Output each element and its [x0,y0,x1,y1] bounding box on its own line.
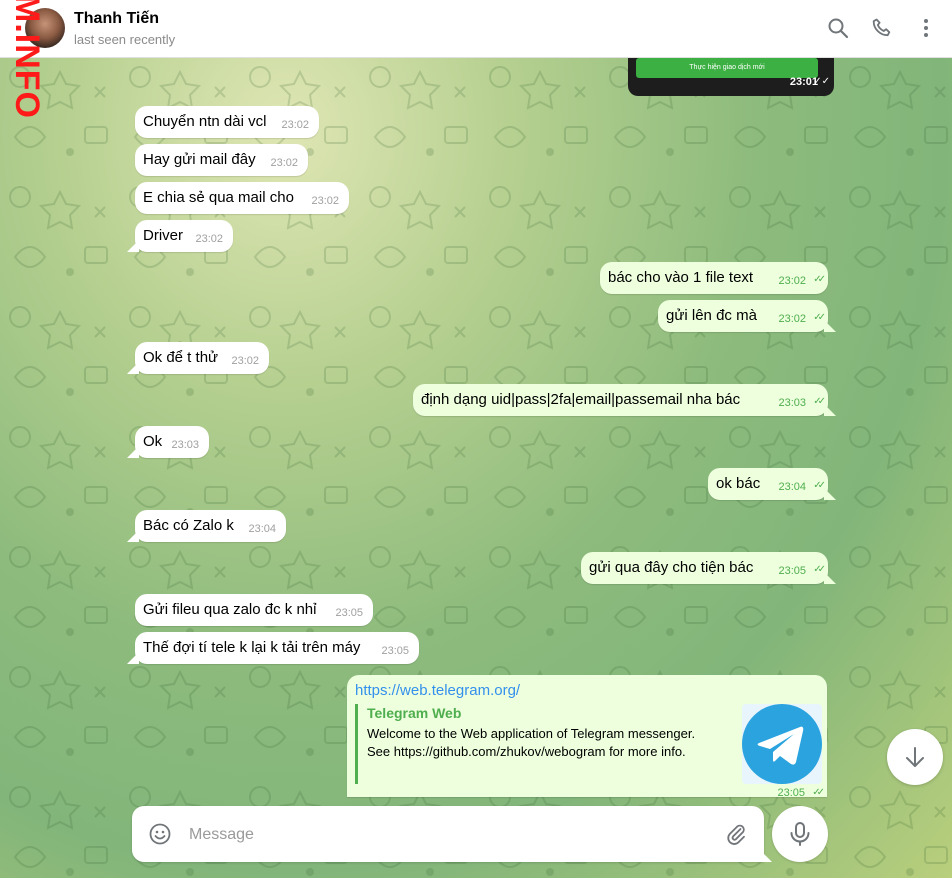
message-text: gửi lên đc mà [666,307,757,324]
message-incoming[interactable]: Hay gửi mail đây 23:02 [135,144,308,176]
message-time: 23:02 [778,275,806,287]
message-input[interactable] [187,823,711,847]
message-time: 23:03 [171,439,199,451]
chat-title[interactable]: Thanh Tiến [74,10,159,28]
link-preview-title: Telegram Web [367,705,462,721]
scroll-down-button[interactable] [887,729,943,785]
message-outgoing-link[interactable]: https://web.telegram.org/ Telegram Web W… [347,675,827,797]
message-time: 23:02 [311,195,339,207]
message-time: 23:05 [777,787,805,797]
message-text: Thế đợi tí tele k lại k tải trên máy [143,639,361,656]
read-ticks-icon: ✓✓ [813,396,826,407]
message-text: bác cho vào 1 file text [608,269,754,286]
microphone-icon [790,822,810,846]
read-ticks-icon: ✓✓ [812,787,825,797]
telegram-logo-icon [742,704,822,784]
watermark: M.INFO [8,0,46,154]
message-incoming[interactable]: Chuyển ntn dài vcl 23:02 [135,106,319,138]
message-incoming[interactable]: Bác có Zalo k 23:04 [135,510,286,542]
message-incoming[interactable]: E chia sẻ qua mail cho 23:02 [135,182,349,214]
message-incoming[interactable]: Ok để t thử 23:02 [135,342,269,374]
message-outgoing[interactable]: định dạng uid|pass|2fa|email|passemail n… [413,384,828,416]
message-time: 23:02 [281,119,309,131]
attach-icon[interactable] [724,822,748,846]
message-time: 23:02 [195,233,223,245]
message-time: 23:04 [778,481,806,493]
link-preview-image [742,704,822,784]
message-outgoing[interactable]: gửi qua đây cho tiện bác 23:05 ✓✓ [581,552,828,584]
link-preview-description: Welcome to the Web application of Telegr… [367,726,696,741]
message-time: 23:03 [778,397,806,409]
message-incoming[interactable]: Ok 23:03 [135,426,209,458]
watermark-text: M.INFO [8,0,46,119]
message-text: Hay gửi mail đây [143,151,256,168]
read-ticks-icon: ✓✓ [813,480,826,491]
emoji-icon[interactable] [148,822,172,846]
arrow-down-icon [906,747,924,767]
search-icon[interactable] [826,16,850,40]
message-outgoing[interactable]: gửi lên đc mà 23:02 ✓✓ [658,300,828,332]
message-text: Ok [143,433,163,450]
link-preview-description: See https://github.com/zhukov/webogram f… [367,744,686,759]
read-ticks-icon: ✓✓ [813,564,826,575]
read-ticks-icon: ✓✓ [813,274,826,285]
message-text: Ok để t thử [143,349,219,366]
message-time: 23:04 [248,523,276,535]
message-incoming[interactable]: Driver 23:02 [135,220,233,252]
phone-icon[interactable] [870,16,894,40]
message-composer [132,806,764,862]
message-text: định dạng uid|pass|2fa|email|passemail n… [421,391,741,408]
message-time: 23:05 [335,607,363,619]
message-text: Chuyển ntn dài vcl [143,113,267,130]
message-link[interactable]: https://web.telegram.org/ [355,682,520,699]
link-preview[interactable]: Telegram Web Welcome to the Web applicat… [355,704,824,784]
message-time: 23:02 [270,157,298,169]
read-ticks-icon: ✓✓ [813,312,826,323]
message-text: Bác có Zalo k [143,517,234,534]
read-ticks-icon: ✓✓ [813,76,830,87]
message-outgoing[interactable]: bác cho vào 1 file text 23:02 ✓✓ [600,262,828,294]
message-time: 23:02 [231,355,259,367]
message-text: E chia sẻ qua mail cho [143,189,294,206]
message-text: ok bác [716,475,761,492]
message-time: 23:05 [778,565,806,577]
more-vertical-icon[interactable] [914,16,938,40]
message-text: Gửi fileu qua zalo đc k nhỉ [143,601,317,618]
image-button-text: Thực hiện giao dịch mới [636,58,818,78]
chat-header: Thanh Tiến last seen recently [0,0,952,58]
message-time: 23:05 [381,645,409,657]
message-incoming[interactable]: Gửi fileu qua zalo đc k nhỉ 23:05 [135,594,373,626]
message-time: 23:02 [778,313,806,325]
message-outgoing[interactable]: ok bác 23:04 ✓✓ [708,468,828,500]
message-text: gửi qua đây cho tiện bác [589,559,754,576]
message-incoming[interactable]: Thế đợi tí tele k lại k tải trên máy 23:… [135,632,419,664]
message-text: Driver [143,227,183,244]
chat-status: last seen recently [74,32,176,47]
microphone-button[interactable] [772,806,828,862]
